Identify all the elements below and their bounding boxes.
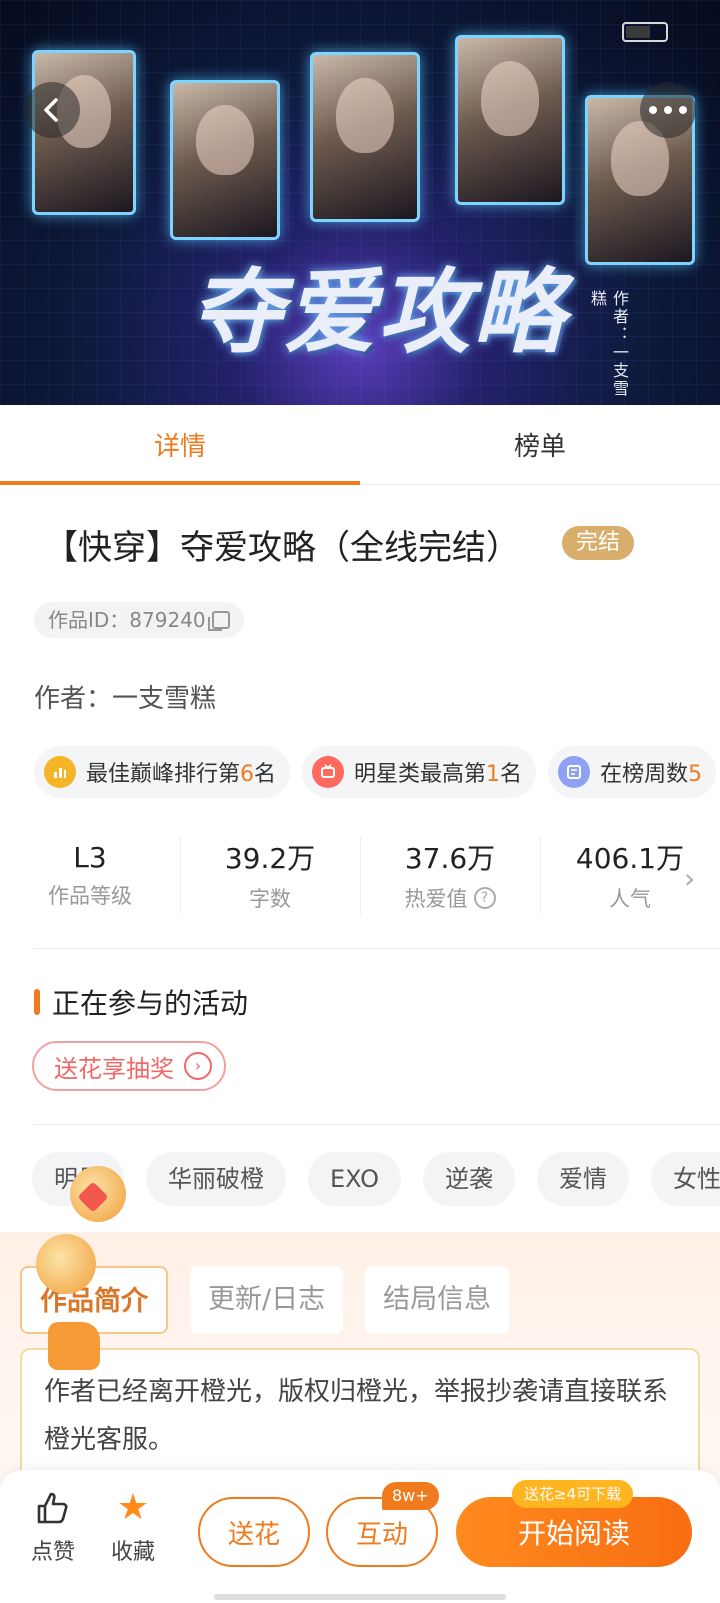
rank-chip-label: 明星类最高第1名 [354,762,523,787]
more-button[interactable] [640,82,696,138]
cover-author-art: 作者：一支雪糕 [588,290,629,398]
activity-section-title: 正在参与的活动 [34,982,248,1022]
back-button[interactable] [24,82,80,138]
stat-label: 字数 [249,887,291,911]
chevron-right-circle-icon: › [184,1052,212,1080]
tv-icon [312,756,345,788]
rank-chips: 最佳巅峰排行第6名 明星类最高第1名 在榜周数5 [34,746,717,798]
book-detail-page: 夺爱攻略 作者：一支雪糕 详情 榜单 【快穿】夺爱攻略（全线完结） 完结 作品I… [0,0,720,1603]
star-icon: ★ [116,1487,150,1528]
stat-word-count: 39.2万 字数 [180,830,360,920]
subtab-ending-info[interactable]: 结局信息 [365,1266,510,1334]
rank-chip-label: 在榜周数5 [600,762,703,787]
mascot-icon[interactable] [36,1234,96,1294]
more-dots-icon [649,106,687,114]
divider [34,1124,720,1125]
list-icon [558,756,591,788]
status-badge: 完结 [562,526,635,560]
copy-icon[interactable] [207,611,230,631]
cover-portrait [170,80,280,240]
activity-title-text: 正在参与的活动 [52,987,249,1020]
send-flower-button[interactable]: 送花 [198,1497,310,1567]
work-id-pill[interactable]: 作品ID：879240 [34,602,244,638]
stat-love-value: 37.6万 热爱值? [360,830,540,920]
thumbs-up-icon [37,1492,68,1524]
tab-details[interactable]: 详情 [0,405,360,485]
stat-level: L3 作品等级 [0,830,180,920]
like-label: 点赞 [30,1540,75,1565]
cover-banner: 夺爱攻略 作者：一支雪糕 [0,0,720,405]
rank-chip-label: 最佳巅峰排行第6名 [86,762,277,787]
tag-chip[interactable]: 华丽破橙 [146,1152,286,1206]
home-indicator[interactable] [214,1594,506,1600]
author-label: 作者： [34,684,113,714]
bar-chart-icon [44,756,76,788]
download-hint-badge: 送花≥4可下载 [512,1480,634,1508]
chevron-right-icon[interactable]: › [684,862,695,895]
thumbs-up-sticker-icon [48,1322,100,1370]
stat-value: 406.1万 [575,842,685,875]
cover-portrait [310,52,420,222]
tag-list: 明星 华丽破橙 EXO 逆袭 爱情 女性向 [32,1152,720,1206]
tag-chip[interactable]: 女性向 [650,1152,720,1206]
help-icon[interactable]: ? [473,887,496,909]
cover-portrait [455,35,565,205]
stat-value: 37.6万 [404,842,496,875]
battery-icon [622,22,668,42]
subtab-updates[interactable]: 更新/日志 [190,1266,344,1334]
book-title: 【快穿】夺爱攻略（全线完结） [44,528,520,568]
section-accent-bar [34,989,40,1015]
author-name[interactable]: 一支雪糕 [112,684,216,714]
tag-chip[interactable]: EXO [308,1152,401,1206]
interact-count-badge: 8w+ [382,1482,439,1510]
synopsis-text: 作者已经离开橙光，版权归橙光，举报抄袭请直接联系橙光客服。 [20,1348,700,1488]
author-line[interactable]: 作者：一支雪糕 [34,678,216,715]
rank-chip-weeks[interactable]: 在榜周数5 [548,746,717,798]
stat-label: 作品等级 [48,883,132,908]
tab-rankings[interactable]: 榜单 [360,405,720,484]
favorite-button[interactable]: ★ 收藏 [98,1490,168,1566]
chevron-left-icon [44,98,58,122]
stat-value: L3 [73,840,107,874]
flower-lottery-button[interactable]: 送花享抽奖 › [32,1041,226,1091]
favorite-label: 收藏 [110,1540,155,1565]
like-button[interactable]: 点赞 [18,1490,88,1566]
cover-title-art: 夺爱攻略 [190,259,567,366]
tag-chip[interactable]: 逆袭 [422,1152,515,1206]
stat-label: 人气 [609,887,651,911]
stat-label: 热爱值? [405,883,496,913]
activity-button-label: 送花享抽奖 [54,1054,174,1083]
tag-chip[interactable]: 爱情 [536,1152,629,1206]
stat-value: 39.2万 [224,842,316,875]
rank-chip-star-category[interactable]: 明星类最高第1名 [302,746,537,798]
detail-tabs: 详情 榜单 [0,405,720,485]
divider [34,948,720,949]
work-id-label: 作品ID：879240 [48,608,206,632]
stats-row[interactable]: L3 作品等级 39.2万 字数 37.6万 热爱值? 406.1万 人气 [0,830,720,920]
rank-chip-peak[interactable]: 最佳巅峰排行第6名 [34,746,291,798]
